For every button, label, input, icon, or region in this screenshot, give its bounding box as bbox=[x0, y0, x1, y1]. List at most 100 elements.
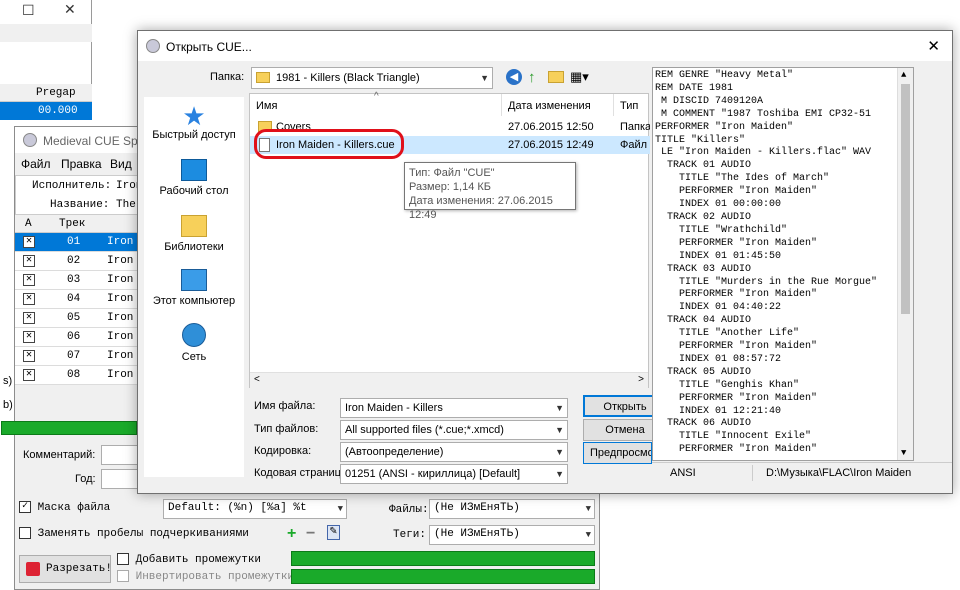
pregap-header: Pregap bbox=[0, 84, 92, 102]
file-type: Папка с ф bbox=[620, 121, 650, 133]
preview-line: PERFORMER "Iron Maiden" bbox=[655, 392, 818, 404]
new-folder-icon[interactable] bbox=[548, 71, 564, 83]
table-row[interactable]: ✕ 03 Iron bbox=[15, 271, 139, 290]
add-gaps-option[interactable]: Добавить промежутки bbox=[117, 553, 261, 566]
mask-select[interactable]: Default: (%n) [%a] %t ▼ bbox=[163, 499, 347, 519]
scroll-down-icon[interactable]: ▼ bbox=[901, 448, 906, 458]
up-folder-icon[interactable]: ↑ bbox=[528, 69, 536, 86]
filename-input[interactable]: Iron Maiden - Killers ▼ bbox=[340, 398, 568, 418]
mask-label: Маска файла bbox=[37, 501, 111, 514]
scrollbar-thumb[interactable] bbox=[901, 84, 910, 314]
table-row[interactable]: ✕ 04 Iron bbox=[15, 290, 139, 309]
close-icon[interactable]: ✕ bbox=[64, 1, 76, 18]
checkbox-icon[interactable]: ✕ bbox=[23, 293, 35, 305]
track-number: 01 bbox=[67, 236, 81, 248]
track-number: 05 bbox=[67, 312, 81, 324]
checkbox-icon[interactable]: ✕ bbox=[23, 369, 35, 381]
split-button[interactable]: Разрезать! bbox=[19, 555, 112, 583]
filetype-select[interactable]: All supported files (*.cue;*.xmcd) ▼ bbox=[340, 420, 568, 440]
table-row[interactable]: ✕ 02 Iron bbox=[15, 252, 139, 271]
horizontal-scrollbar[interactable]: < > bbox=[250, 372, 648, 388]
preview-line: TITLE "Innocent Exile" bbox=[655, 431, 812, 443]
invert-gaps-option[interactable]: Инвертировать промежутки bbox=[117, 570, 294, 583]
menu-view[interactable]: Вид bbox=[110, 157, 132, 171]
place-label: Библиотеки bbox=[164, 241, 224, 253]
track-table: ✕ 01 Iron ✕ 02 Iron ✕ 03 Iron ✕ 04 Iron ✕ 05 Iron … bbox=[15, 233, 139, 389]
place-network[interactable]: Сеть bbox=[144, 323, 244, 363]
scroll-up-icon[interactable]: ▲ bbox=[901, 70, 906, 80]
checkbox-icon[interactable] bbox=[117, 553, 129, 565]
codepage-select[interactable]: 01251 (ANSI - кириллица) [Default] ▼ bbox=[340, 464, 568, 484]
checkbox-icon[interactable]: ✕ bbox=[23, 255, 35, 267]
scroll-left-icon[interactable]: < bbox=[254, 374, 260, 385]
maximize-icon[interactable]: ☐ bbox=[22, 2, 35, 19]
table-row[interactable]: ✕ 06 Iron bbox=[15, 328, 139, 347]
checkbox-icon[interactable]: ✕ bbox=[23, 331, 35, 343]
checkbox-icon[interactable]: ✕ bbox=[23, 312, 35, 324]
encoding-select[interactable]: (Автоопределение) ▼ bbox=[340, 442, 568, 462]
album-info: Исполнитель: Iron Название: The bbox=[15, 175, 142, 215]
track-number: 02 bbox=[67, 255, 81, 267]
year-input[interactable] bbox=[101, 469, 141, 489]
side-label-a: s) bbox=[3, 375, 13, 387]
track-number: 03 bbox=[67, 274, 81, 286]
back-icon[interactable]: ◀ bbox=[506, 69, 522, 85]
performer-label: Исполнитель: bbox=[32, 180, 112, 192]
place-label: Рабочий стол bbox=[159, 185, 229, 197]
preview-line: TRACK 05 AUDIO bbox=[655, 366, 752, 378]
place-desktop[interactable]: Рабочий стол bbox=[144, 159, 244, 197]
checkbox-icon[interactable]: ✕ bbox=[23, 274, 35, 286]
checkbox-icon[interactable]: ✕ bbox=[23, 236, 35, 248]
filename-value: Iron Maiden - Killers bbox=[345, 402, 443, 414]
place-libraries[interactable]: Библиотеки bbox=[144, 215, 244, 253]
preview-line: INDEX 01 04:40:22 bbox=[655, 302, 782, 314]
edit-icon[interactable]: ✎ bbox=[327, 525, 340, 540]
table-row[interactable]: ✕ 01 Iron bbox=[15, 233, 139, 252]
folder-icon bbox=[256, 72, 270, 83]
menu-file[interactable]: Файл bbox=[21, 157, 51, 171]
chevron-down-icon: ▼ bbox=[585, 504, 591, 514]
add-gaps-label: Добавить промежутки bbox=[135, 553, 262, 566]
comment-input[interactable] bbox=[101, 445, 141, 465]
add-icon[interactable]: + bbox=[287, 525, 296, 543]
replace-spaces-option[interactable]: Заменять пробелы подчеркиваниями bbox=[19, 527, 249, 540]
close-icon[interactable]: ✕ bbox=[927, 37, 940, 55]
column-date[interactable]: Дата изменения bbox=[502, 94, 614, 116]
place-this-pc[interactable]: Этот компьютер bbox=[144, 269, 244, 307]
preview-line: PERFORMER "Iron Maiden" bbox=[655, 289, 818, 301]
track-name: Iron bbox=[107, 350, 134, 362]
background-window-toolbar bbox=[0, 24, 92, 42]
checkbox-icon[interactable]: ✓ bbox=[19, 501, 31, 513]
folder-label: Папка: bbox=[210, 71, 245, 83]
table-row[interactable]: 00.000 bbox=[0, 102, 92, 120]
vertical-scrollbar[interactable]: ▲ ▼ bbox=[897, 68, 913, 460]
tags-select[interactable]: (Не ИЗмЕняТЬ) ▼ bbox=[429, 525, 595, 545]
mask-option[interactable]: ✓ Маска файла bbox=[19, 501, 110, 514]
preview-line: TITLE "The Ides of March" bbox=[655, 173, 830, 185]
checkbox-icon[interactable] bbox=[19, 527, 31, 539]
scroll-right-icon[interactable]: > bbox=[638, 374, 644, 385]
table-row[interactable]: ✕ 08 Iron bbox=[15, 366, 139, 385]
column-type[interactable]: Тип bbox=[614, 94, 650, 116]
checkbox-icon[interactable]: ✕ bbox=[23, 350, 35, 362]
preview-line: PERFORMER "Iron Maiden" bbox=[655, 444, 818, 456]
preview-button[interactable]: Предпросмотр bbox=[583, 442, 652, 464]
table-row[interactable]: ✕ 07 Iron bbox=[15, 347, 139, 366]
table-row[interactable]: ✕ 05 Iron bbox=[15, 309, 139, 328]
checkbox-icon[interactable] bbox=[117, 570, 129, 582]
track-name: Iron bbox=[107, 236, 134, 248]
preview-line: TRACK 04 AUDIO bbox=[655, 315, 752, 327]
place-quick-access[interactable]: ★ Быстрый доступ bbox=[144, 103, 244, 141]
computer-icon bbox=[181, 269, 207, 291]
files-select[interactable]: (Не ИЗмЕняТЬ) ▼ bbox=[429, 499, 595, 519]
remove-icon[interactable]: − bbox=[306, 525, 315, 543]
menu-edit[interactable]: Правка bbox=[61, 157, 102, 171]
title-value[interactable]: The bbox=[116, 199, 136, 211]
background-window: ☐ ✕ Pregap 00.000 bbox=[0, 0, 92, 120]
view-menu-icon[interactable]: ▦▾ bbox=[570, 69, 589, 85]
track-number: 07 bbox=[67, 350, 81, 362]
preview-line: TITLE "Wrathchild" bbox=[655, 224, 788, 236]
tooltip-size: Размер: 1,14 КБ bbox=[409, 181, 492, 193]
folder-select[interactable]: 1981 - Killers (Black Triangle) ▼ bbox=[251, 67, 493, 89]
library-icon bbox=[181, 215, 207, 237]
